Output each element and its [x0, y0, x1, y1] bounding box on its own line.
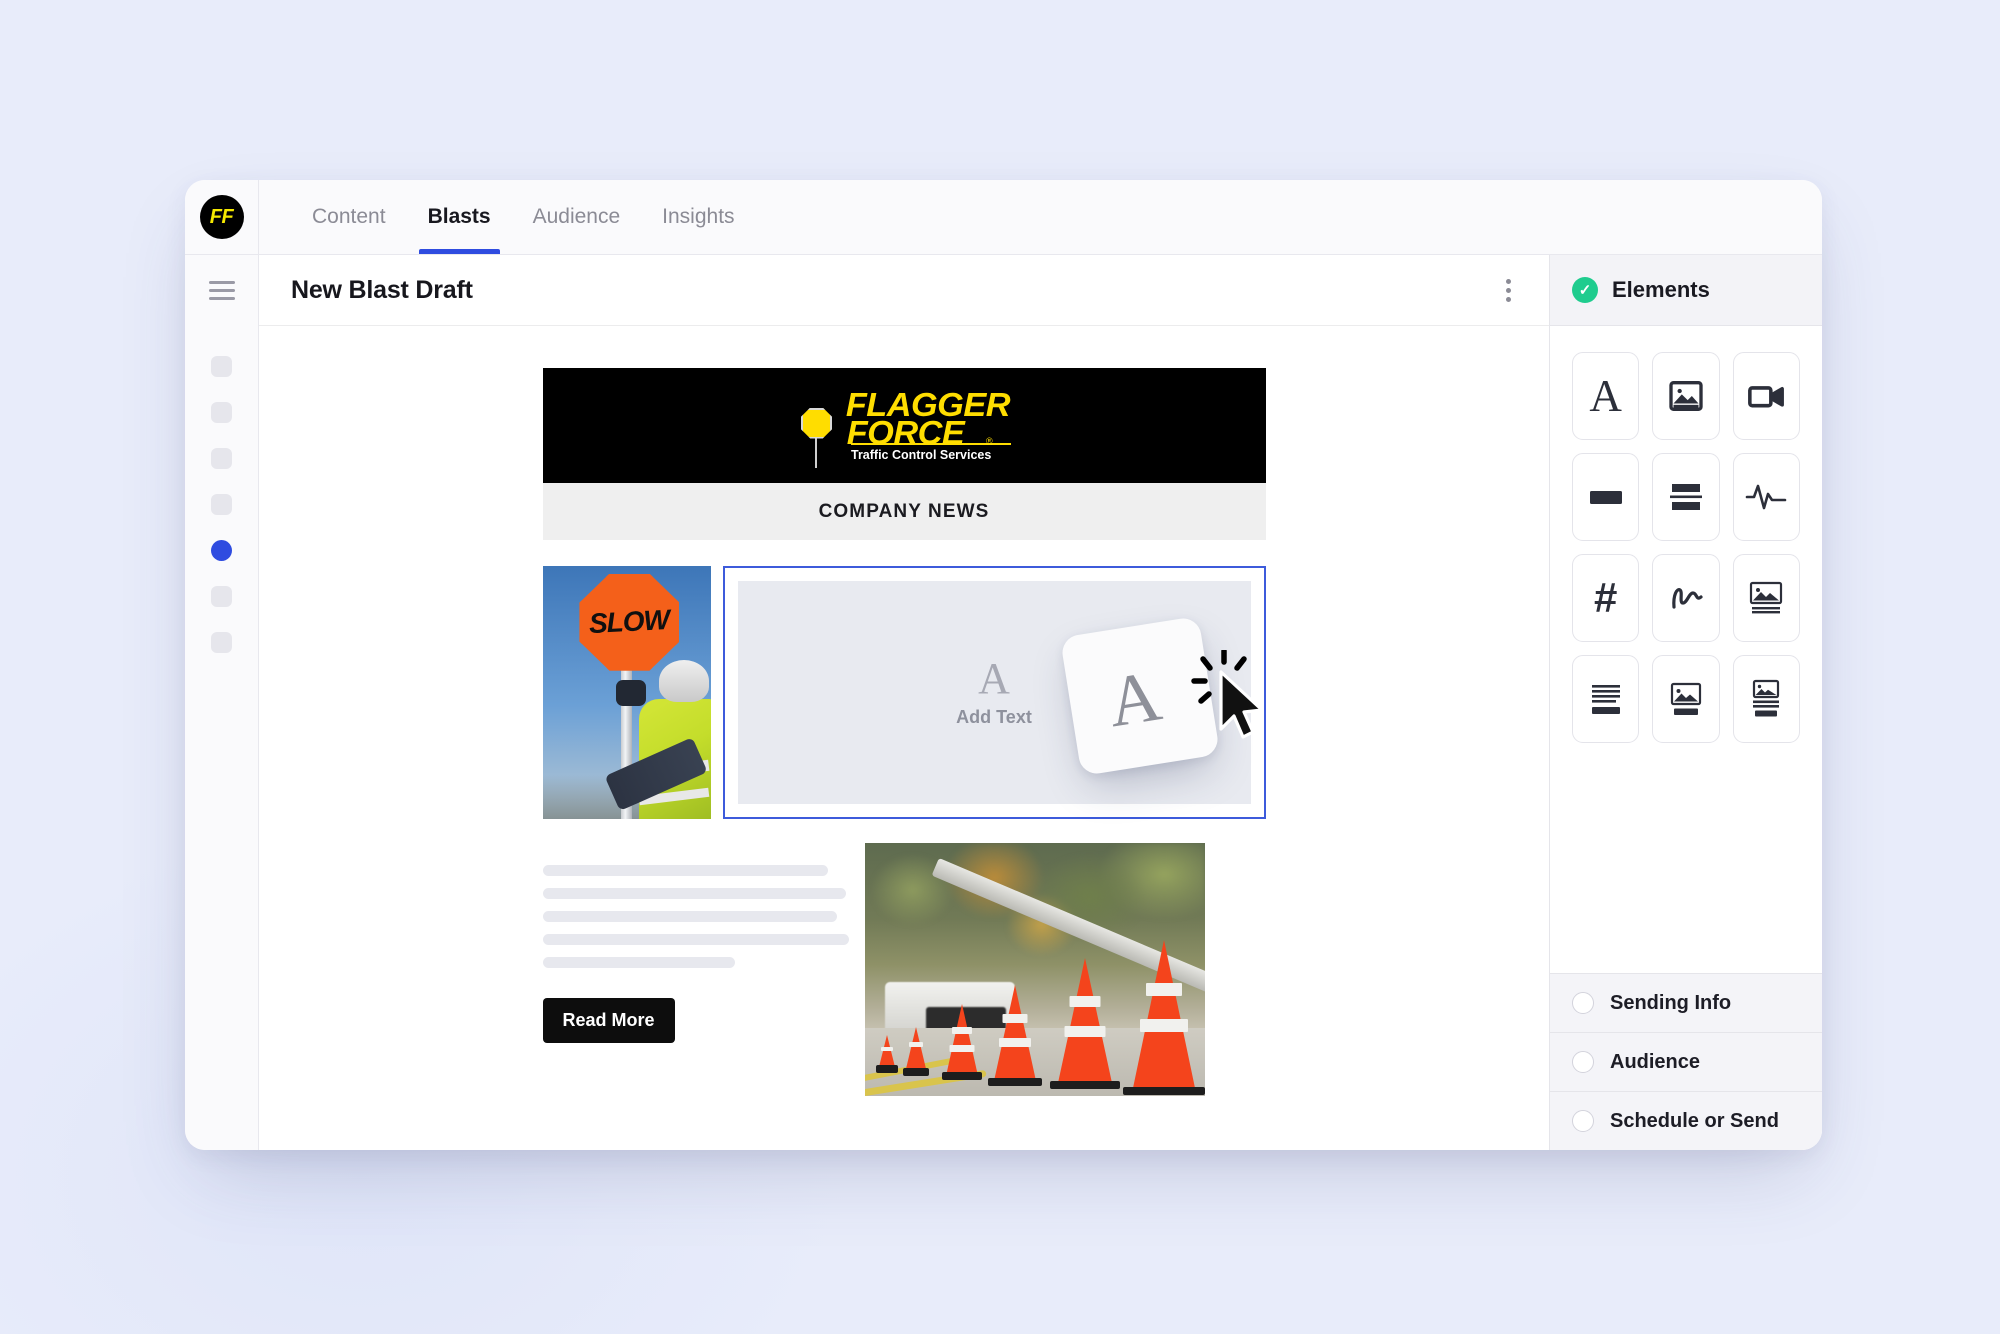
elements-panel: ✓ Elements A # Sending Info Audience Sch… — [1549, 255, 1822, 1150]
elements-grid: A # — [1550, 326, 1822, 973]
step-schedule-label: Schedule or Send — [1610, 1109, 1779, 1132]
photo-worker-glove — [616, 679, 647, 706]
editor-column: New Blast Draft FLAGGER FORCE ® Traffic … — [259, 255, 1549, 1150]
traffic-cone-near-1 — [1050, 958, 1121, 1090]
tab-insights[interactable]: Insights — [641, 180, 755, 254]
radio-circle-icon — [1572, 1051, 1594, 1073]
image-button-icon — [1670, 682, 1702, 715]
text-icon: A — [1589, 370, 1622, 421]
flagger-photo[interactable]: SLOW — [542, 566, 711, 819]
rail-block-3[interactable] — [211, 448, 232, 469]
traffic-cone-mid-2 — [987, 984, 1042, 1086]
step-sending-info[interactable]: Sending Info — [1550, 973, 1822, 1032]
rail-header — [185, 255, 258, 326]
email-copy-block[interactable]: Read More — [542, 843, 853, 1043]
workspace: New Blast Draft FLAGGER FORCE ® Traffic … — [185, 255, 1822, 1150]
element-text-icon-cell[interactable]: A — [1572, 352, 1640, 440]
tab-content[interactable]: Content — [291, 180, 407, 254]
rail-block-1[interactable] — [211, 356, 232, 377]
radio-circle-icon — [1572, 1110, 1594, 1132]
read-more-button[interactable]: Read More — [542, 998, 675, 1043]
skeleton-line-3 — [542, 911, 837, 922]
element-hashtag-cell[interactable]: # — [1572, 554, 1640, 642]
element-button-cell[interactable] — [1572, 453, 1640, 541]
slow-sign: SLOW — [579, 573, 680, 671]
skeleton-line-4 — [542, 934, 850, 945]
elements-panel-header: ✓ Elements — [1550, 255, 1822, 326]
elements-panel-title: Elements — [1612, 277, 1710, 302]
element-text-button-cell[interactable] — [1572, 655, 1640, 743]
step-sending-info-label: Sending Info — [1610, 991, 1732, 1014]
editor-header: New Blast Draft — [259, 255, 1549, 326]
rail-block-2[interactable] — [211, 402, 232, 423]
email-banner[interactable]: FLAGGER FORCE ® Traffic Control Services — [542, 368, 1266, 483]
tab-audience[interactable]: Audience — [512, 180, 642, 254]
pulse-icon — [1746, 484, 1787, 510]
step-schedule-or-send[interactable]: Schedule or Send — [1550, 1091, 1822, 1150]
radio-circle-icon — [1572, 992, 1594, 1014]
logo-rule — [851, 442, 1011, 445]
skeleton-line-5 — [542, 957, 735, 968]
workflow-steps-list: Sending Info Audience Schedule or Send — [1550, 973, 1822, 1150]
traffic-cones-photo[interactable] — [864, 843, 1205, 1096]
check-circle-icon: ✓ — [1572, 277, 1598, 303]
email-row-bottom: Read More — [542, 843, 1266, 1096]
app-window: FF Content Blasts Audience Insights New … — [185, 180, 1822, 1150]
tab-blasts[interactable]: Blasts — [407, 180, 512, 254]
brand-logo[interactable]: FF — [199, 195, 244, 239]
text-button-icon — [1591, 685, 1620, 714]
click-cursor-icon — [1180, 648, 1270, 750]
traffic-cone-near-2 — [1123, 940, 1205, 1096]
video-icon — [1748, 386, 1785, 408]
signature-icon — [1672, 588, 1703, 609]
element-image-button-cell[interactable] — [1652, 655, 1720, 743]
primary-tabs: Content Blasts Audience Insights — [259, 180, 756, 254]
rail-block-7[interactable] — [211, 632, 232, 653]
hamburger-icon[interactable] — [208, 281, 235, 300]
logo-line-2: FORCE — [846, 413, 965, 451]
element-video-cell[interactable] — [1732, 352, 1800, 440]
add-text-icon: A — [978, 654, 1010, 703]
traffic-cone-far-2 — [903, 1027, 930, 1077]
logo-tagline: Traffic Control Services — [851, 447, 992, 462]
image-caption-icon — [1750, 581, 1783, 614]
element-pulse-cell[interactable] — [1732, 453, 1800, 541]
traffic-cone-far-1 — [876, 1034, 899, 1073]
image-text-button-icon — [1753, 679, 1780, 717]
logo-sign-post — [815, 433, 817, 468]
traffic-cone-mid-1 — [942, 1003, 983, 1080]
element-signature-cell[interactable] — [1652, 554, 1720, 642]
rail-block-6[interactable] — [211, 586, 232, 607]
logo-stop-sign-icon — [801, 407, 832, 439]
email-canvas[interactable]: FLAGGER FORCE ® Traffic Control Services… — [259, 326, 1549, 1150]
photo-hard-hat — [658, 659, 709, 702]
step-audience[interactable]: Audience — [1550, 1032, 1822, 1091]
hashtag-icon: # — [1593, 574, 1618, 621]
skeleton-line-1 — [542, 865, 828, 876]
rail-block-5-active[interactable] — [211, 540, 232, 561]
element-image-cell[interactable] — [1652, 352, 1720, 440]
kebab-menu-icon[interactable] — [1496, 271, 1521, 310]
dragged-text-icon: A — [1102, 655, 1167, 743]
email-section-heading[interactable]: COMPANY NEWS — [542, 483, 1266, 540]
image-icon — [1669, 381, 1703, 411]
slow-sign-text: SLOW — [588, 604, 671, 640]
flagger-force-logo: FLAGGER FORCE ® Traffic Control Services — [789, 380, 1019, 472]
step-audience-label: Audience — [1610, 1050, 1701, 1073]
page-title: New Blast Draft — [291, 275, 473, 304]
button-icon — [1589, 491, 1622, 504]
rail-block-4[interactable] — [211, 494, 232, 515]
element-image-caption-cell[interactable] — [1732, 554, 1800, 642]
brand-cell: FF — [185, 180, 259, 254]
add-text-label: Add Text — [956, 707, 1032, 727]
rail-block-list — [211, 326, 232, 653]
element-divider-cell[interactable] — [1652, 453, 1720, 541]
top-navigation-bar: FF Content Blasts Audience Insights — [185, 180, 1822, 255]
skeleton-line-2 — [542, 888, 847, 899]
divider-icon — [1669, 484, 1702, 510]
element-image-text-button-cell[interactable] — [1732, 655, 1800, 743]
left-rail — [185, 255, 259, 1150]
